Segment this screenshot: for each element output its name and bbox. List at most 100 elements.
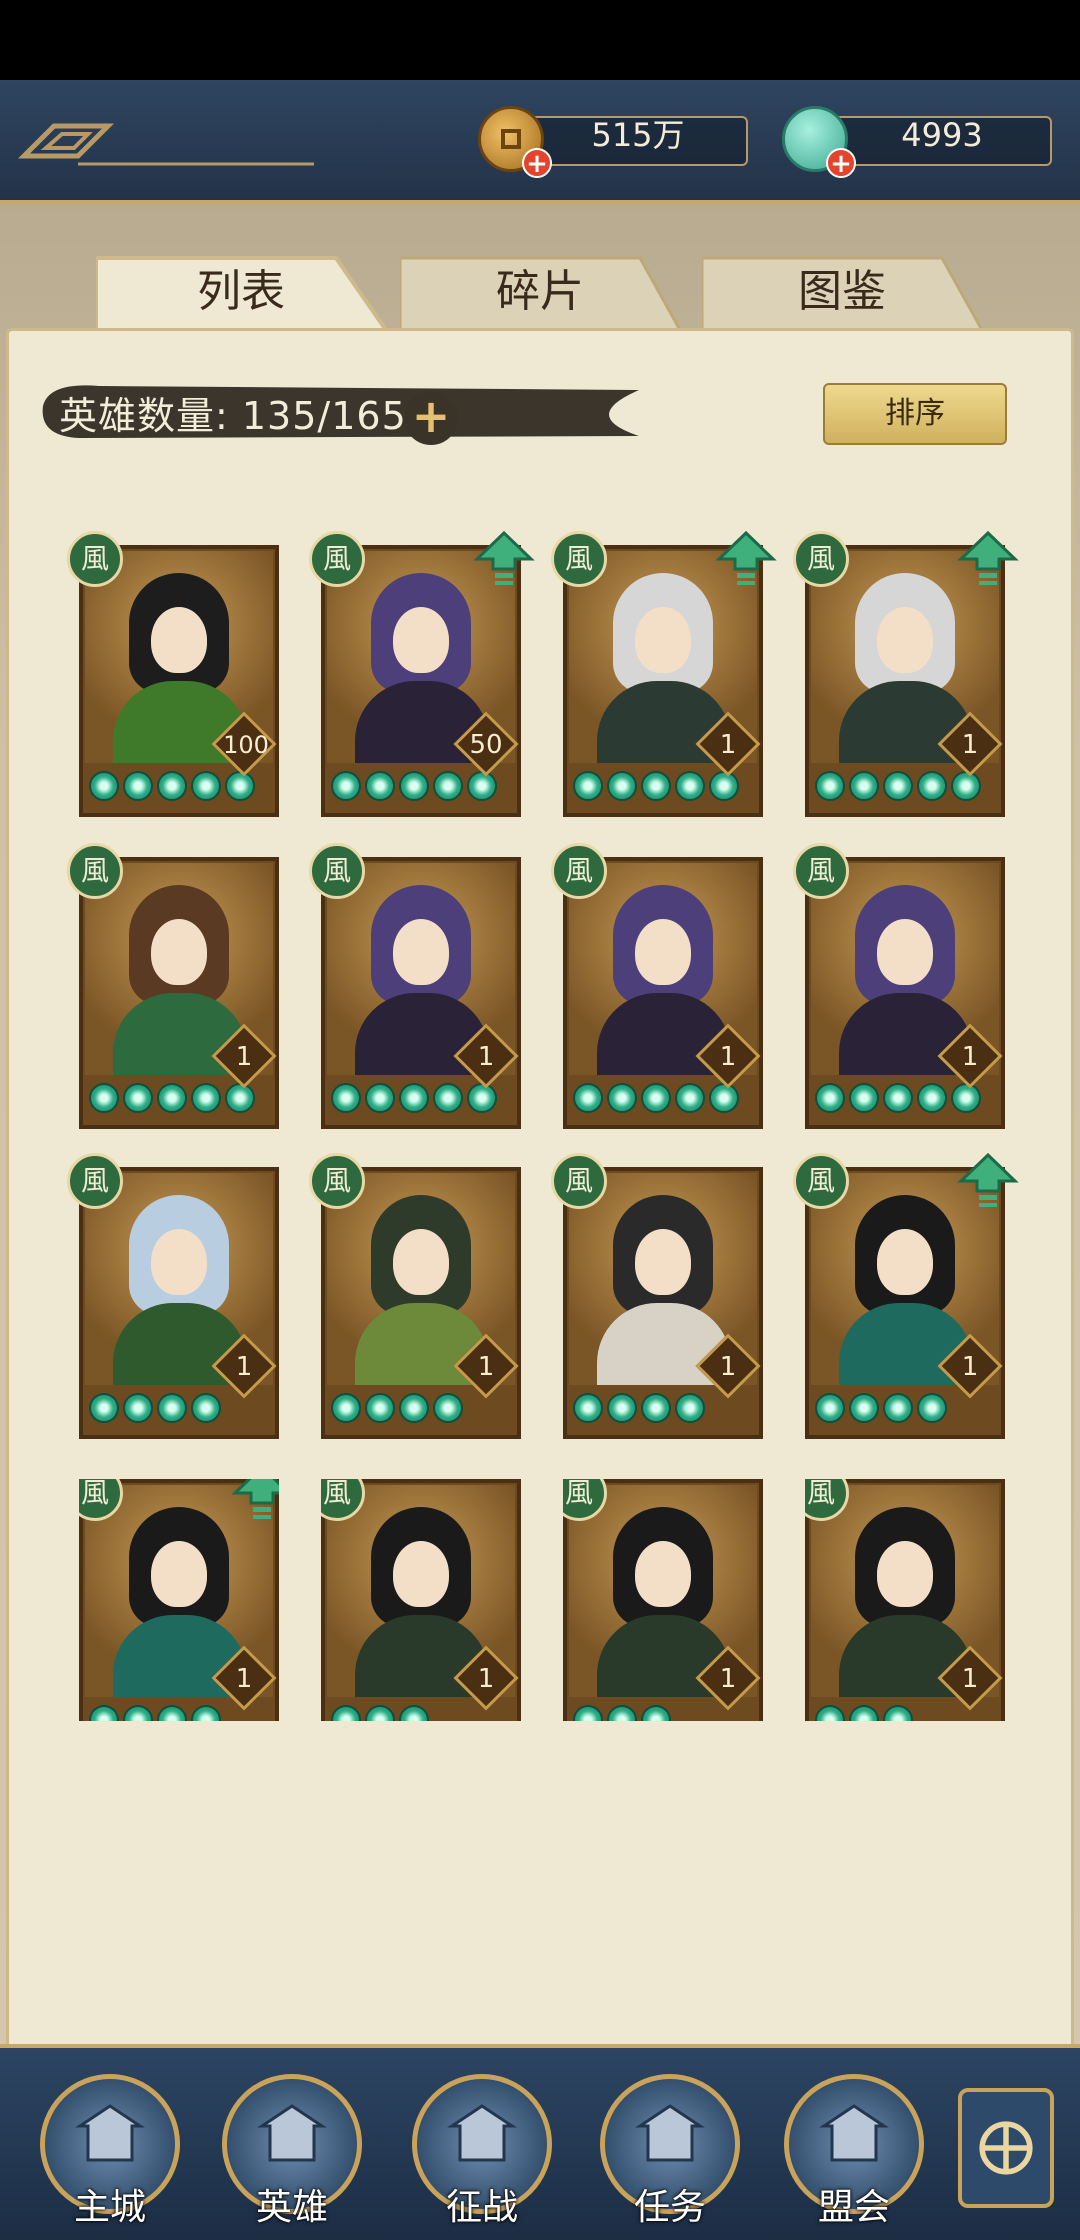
nav-quests[interactable]: 任务 — [600, 2074, 740, 2234]
tab-codex-label: 图鉴 — [798, 266, 886, 317]
hero-card[interactable]: 1風 — [551, 1153, 763, 1439]
hero-level: 100 — [223, 731, 269, 759]
jade-star-icon — [849, 1083, 879, 1113]
jade-star-icon — [573, 1393, 603, 1423]
hero-card[interactable]: 50 風 — [309, 530, 535, 817]
wind-element-icon: 風 — [551, 531, 607, 587]
jade-star-icon — [399, 1705, 429, 1721]
hero-level: 1 — [719, 1352, 737, 1382]
nav-label: 主城 — [73, 2187, 146, 2228]
jade-star-icon — [675, 771, 705, 801]
tab-fragments-label: 碎片 — [496, 266, 584, 317]
jade-star-icon — [225, 1083, 255, 1113]
hero-portrait-icon — [257, 2104, 327, 2162]
hero-face — [393, 1541, 449, 1607]
nav-alliance[interactable]: 盟会 — [784, 2074, 924, 2234]
jade-star-icon — [607, 1705, 637, 1721]
hero-level: 50 — [469, 730, 503, 760]
jade-star-icon — [883, 1393, 913, 1423]
jade-star-icon — [883, 1705, 913, 1721]
hero-card[interactable]: 1風 — [805, 1479, 1005, 1721]
hero-card[interactable]: 1風 — [309, 843, 521, 1129]
hero-card[interactable]: 1風 — [309, 1153, 521, 1439]
upgrade-arrow-icon — [473, 530, 535, 585]
hero-card[interactable]: 1風 — [321, 1479, 521, 1721]
jade-star-icon — [191, 1083, 221, 1113]
jade-star-icon — [123, 1083, 153, 1113]
jade-star-icon — [365, 771, 395, 801]
copper-value: 515万 — [591, 116, 685, 154]
jade-star-icon — [433, 1393, 463, 1423]
wind-element-icon: 風 — [793, 531, 849, 587]
wind-element-icon: 風 — [67, 843, 123, 899]
wind-element-icon: 風 — [309, 531, 365, 587]
jade-star-icon — [123, 1705, 153, 1721]
hero-face — [151, 919, 207, 985]
hero-card[interactable]: 1風 — [563, 1479, 763, 1721]
jade-star-icon — [399, 1393, 429, 1423]
nav-heroes[interactable]: 英雄 — [222, 2074, 362, 2234]
hero-card[interactable]: 1風 — [79, 1479, 279, 1721]
jade-star-icon — [433, 771, 463, 801]
jade-star-icon — [675, 1393, 705, 1423]
hero-card[interactable]: 1風 — [793, 530, 1019, 817]
jade-star-icon — [191, 1393, 221, 1423]
hero-card[interactable]: 1風 — [551, 530, 777, 817]
add-copper-button[interactable]: + — [522, 148, 552, 178]
hero-card[interactable]: 1風 — [67, 843, 279, 1129]
hero-card[interactable]: 1風 — [67, 1153, 279, 1439]
hero-star-row — [815, 1393, 947, 1429]
hero-star-row — [331, 1393, 463, 1429]
wind-element-icon: 風 — [67, 531, 123, 587]
tab-fragments[interactable]: 碎片 — [400, 254, 680, 330]
hero-star-row — [331, 1705, 429, 1721]
jade-star-icon — [123, 1393, 153, 1423]
hero-level: 1 — [235, 1664, 253, 1694]
hero-star-row — [89, 1083, 255, 1119]
tab-list[interactable]: 列表 — [96, 254, 386, 330]
jade-star-icon — [641, 1393, 671, 1423]
jade-star-icon — [191, 1705, 221, 1721]
hero-card[interactable]: 100 風 — [67, 531, 279, 817]
jade-star-icon — [641, 1705, 671, 1721]
jade-star-icon — [89, 1083, 119, 1113]
hero-star-row — [331, 771, 497, 807]
jade-star-icon — [365, 1393, 395, 1423]
tab-list-label: 列表 — [197, 266, 285, 317]
more-menu-button[interactable] — [958, 2088, 1054, 2208]
jade-star-icon — [641, 771, 671, 801]
hero-level: 1 — [961, 1352, 979, 1382]
hero-level: 1 — [961, 1664, 979, 1694]
jade-star-icon — [917, 771, 947, 801]
nav-campaign[interactable]: 征战 — [412, 2074, 552, 2234]
add-jade-button[interactable]: + — [826, 148, 856, 178]
hero-star-row — [89, 1393, 221, 1429]
hero-face — [877, 1541, 933, 1607]
jade-star-icon — [607, 771, 637, 801]
jade-star-icon — [815, 1393, 845, 1423]
hero-level: 1 — [719, 1664, 737, 1694]
jade-star-icon — [331, 1083, 361, 1113]
nav-label: 英雄 — [255, 2187, 328, 2228]
upgrade-arrow-icon — [957, 1152, 1019, 1207]
jade-star-icon — [365, 1083, 395, 1113]
tab-codex[interactable]: 图鉴 — [702, 254, 982, 330]
jade-star-icon — [815, 1083, 845, 1113]
hero-level: 1 — [961, 730, 979, 760]
nav-main-city[interactable]: 主城 — [40, 2074, 180, 2234]
hero-card[interactable]: 1風 — [551, 843, 763, 1129]
jade-star-icon — [815, 771, 845, 801]
hero-level: 1 — [477, 1042, 495, 1072]
wind-element-icon: 風 — [551, 1153, 607, 1209]
jade-star-icon — [331, 771, 361, 801]
jade-star-icon — [433, 1083, 463, 1113]
jade-star-icon — [573, 771, 603, 801]
hero-card[interactable]: 1風 — [793, 1152, 1019, 1439]
nav-label: 盟会 — [817, 2187, 890, 2228]
jade-star-icon — [365, 1705, 395, 1721]
jade-star-icon — [191, 771, 221, 801]
hero-level: 1 — [477, 1352, 495, 1382]
hero-star-row — [573, 1083, 739, 1119]
hero-face — [635, 919, 691, 985]
hero-card[interactable]: 1風 — [793, 843, 1005, 1129]
